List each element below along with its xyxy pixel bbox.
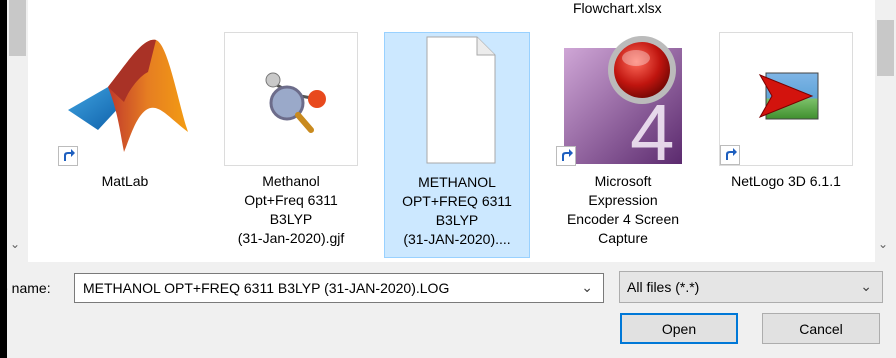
gaussview-molecule-icon bbox=[224, 32, 358, 166]
partial-file-label[interactable]: Flowchart.xlsx bbox=[573, 0, 662, 16]
window-left-edge bbox=[0, 0, 7, 358]
file-item-expression-encoder[interactable]: 4 Microsoft Expression Encoder 4 Screen … bbox=[550, 32, 696, 258]
file-name: MatLab bbox=[101, 173, 149, 189]
chevron-down-icon[interactable]: ⌄ bbox=[860, 278, 872, 295]
chevron-down-icon[interactable]: ⌄ bbox=[878, 238, 888, 250]
matlab-icon bbox=[58, 32, 192, 166]
file-name: NetLogo 3D 6.1.1 bbox=[731, 173, 841, 189]
file-item-matlab[interactable]: MatLab bbox=[52, 32, 198, 258]
file-name: Methanol Opt+Freq 6311 B3LYP (31-Jan-202… bbox=[237, 173, 345, 246]
scrollbar-left-thumb[interactable] bbox=[9, 0, 26, 56]
file-view[interactable]: ⌄ ⌄ Flowchart.xlsx MatLab Methanol Opt+F… bbox=[7, 0, 896, 262]
scrollbar-left[interactable]: ⌄ bbox=[7, 0, 28, 262]
cancel-button[interactable]: Cancel bbox=[762, 313, 880, 344]
shortcut-arrow-icon bbox=[720, 145, 740, 165]
file-item-netlogo[interactable]: NetLogo 3D 6.1.1 bbox=[713, 32, 859, 258]
expression-encoder-icon: 4 bbox=[556, 32, 690, 177]
scrollbar-right-thumb[interactable] bbox=[877, 20, 894, 76]
file-type-filter[interactable]: All files (*.*) ⌄ bbox=[619, 271, 883, 303]
blank-document-icon bbox=[391, 33, 525, 167]
file-type-value: All files (*.*) bbox=[627, 279, 700, 295]
chevron-down-icon[interactable]: ⌄ bbox=[581, 279, 593, 296]
netlogo-icon bbox=[719, 32, 853, 166]
file-item-methanol-log[interactable]: METHANOL OPT+FREQ 6311 B3LYP (31-JAN-202… bbox=[384, 32, 530, 258]
file-name-label: e name: bbox=[0, 280, 51, 296]
chevron-down-icon[interactable]: ⌄ bbox=[10, 238, 20, 250]
file-name-combobox[interactable]: METHANOL OPT+FREQ 6311 B3LYP (31-JAN-202… bbox=[74, 273, 604, 303]
shortcut-arrow-icon bbox=[58, 146, 78, 166]
scrollbar-right[interactable]: ⌄ bbox=[875, 0, 896, 262]
file-name: METHANOL OPT+FREQ 6311 B3LYP (31-JAN-202… bbox=[402, 174, 512, 247]
file-name-input[interactable]: METHANOL OPT+FREQ 6311 B3LYP (31-JAN-202… bbox=[83, 280, 449, 296]
file-item-methanol-gjf[interactable]: Methanol Opt+Freq 6311 B3LYP (31-Jan-202… bbox=[218, 32, 364, 258]
open-button[interactable]: Open bbox=[620, 313, 738, 344]
file-name: Microsoft Expression Encoder 4 Screen Ca… bbox=[566, 173, 680, 246]
shortcut-arrow-icon bbox=[556, 146, 576, 166]
